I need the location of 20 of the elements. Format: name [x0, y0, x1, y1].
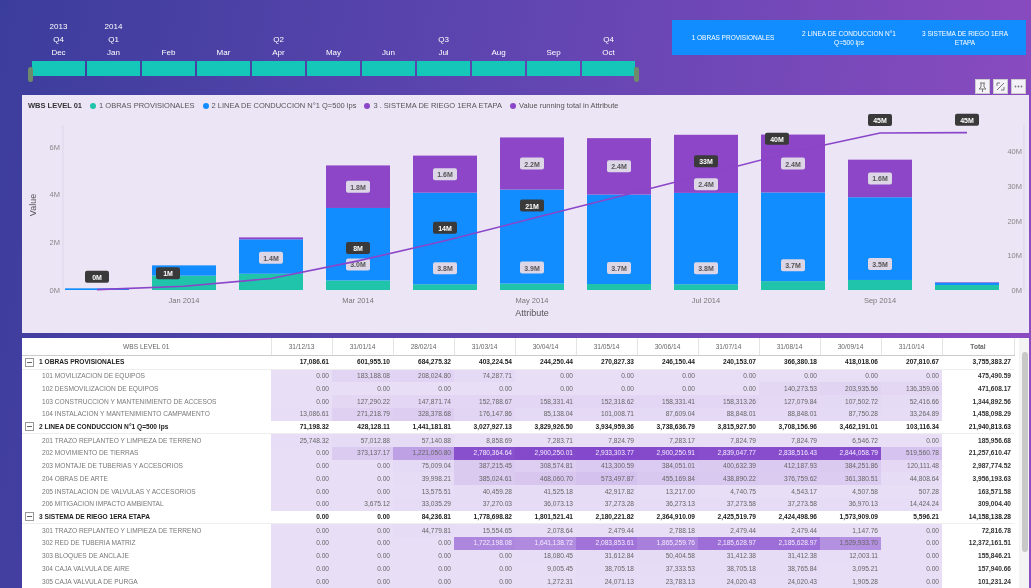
timeline-label: Apr: [272, 47, 285, 59]
timeline-label: Oct: [602, 47, 615, 59]
timeline-label: 2014: [104, 21, 123, 33]
timeline-label: Jul: [438, 47, 449, 59]
timeline-label: Feb: [161, 47, 176, 59]
timeline-label: Q2: [273, 34, 284, 46]
timeline-label: Q4: [53, 34, 64, 46]
timeline-label: Dec: [51, 47, 66, 59]
axis-title: Value: [28, 193, 38, 217]
timeline-label: Q3: [438, 34, 449, 46]
axis-title: Attribute: [515, 308, 549, 318]
timeline-label: May: [325, 47, 342, 59]
timeline-label: Sep: [546, 47, 561, 59]
timeline-label: Aug: [491, 47, 506, 59]
timeline-label: Q1: [108, 34, 119, 46]
timeline-label: Jun: [382, 47, 395, 59]
timeline-label: Jan: [107, 47, 120, 59]
timeline-label: Q4: [603, 34, 614, 46]
timeline-label: 2013: [49, 21, 68, 33]
timeline-label: Mar: [216, 47, 231, 59]
